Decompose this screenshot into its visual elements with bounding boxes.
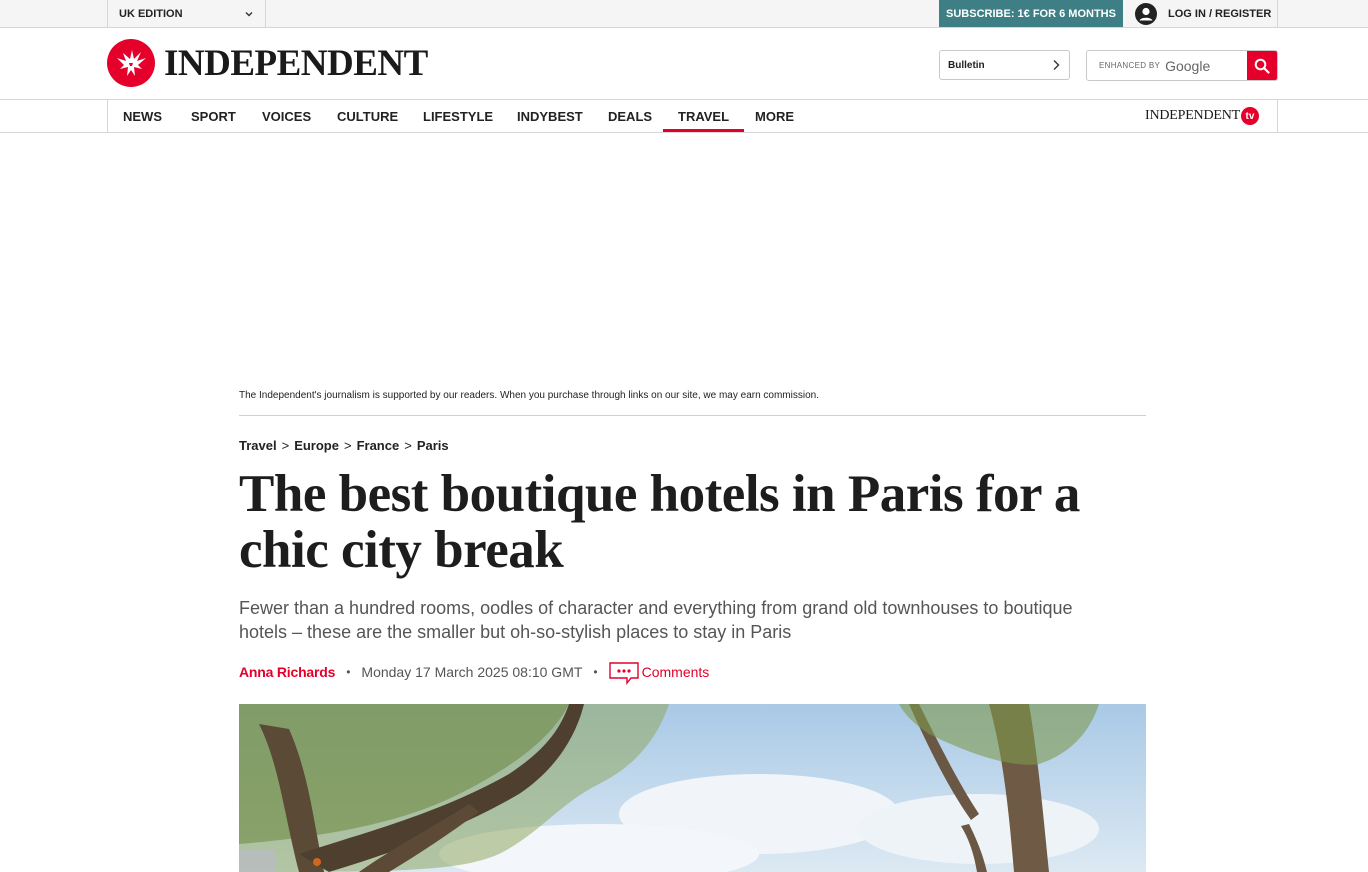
breadcrumb-separator: > [404, 438, 412, 453]
edition-selector[interactable]: UK EDITION [107, 0, 266, 27]
nav-item-culture[interactable]: CULTURE [337, 100, 398, 132]
masthead: INDEPENDENT Bulletin ENHANCED BY Google [0, 28, 1368, 100]
eagle-logo-icon [107, 39, 155, 87]
breadcrumb-travel[interactable]: Travel [239, 438, 277, 453]
nav-inner: NEWS SPORT VOICES CULTURE LIFESTYLE INDY… [107, 100, 1278, 132]
login-label: LOG IN / REGISTER [1168, 7, 1272, 20]
nav-item-deals[interactable]: DEALS [608, 100, 652, 132]
comments-label: Comments [641, 664, 710, 680]
byline-separator: • [346, 665, 351, 679]
article-headline: The best boutique hotels in Paris for a … [239, 465, 1080, 579]
search-box: ENHANCED BY Google [1086, 50, 1278, 81]
search-input[interactable]: ENHANCED BY Google [1087, 51, 1247, 80]
article-byline: Anna Richards • Monday 17 March 2025 08:… [239, 662, 709, 685]
breadcrumb-europe[interactable]: Europe [294, 438, 339, 453]
nav-item-travel[interactable]: TRAVEL [662, 100, 745, 132]
breadcrumb-france[interactable]: France [357, 438, 400, 453]
site-logo[interactable]: INDEPENDENT [106, 38, 428, 88]
search-enhanced-by: ENHANCED BY [1099, 61, 1161, 70]
search-provider: Google [1165, 57, 1211, 74]
nav-item-lifestyle[interactable]: LIFESTYLE [423, 100, 493, 132]
bulletin-label: Bulletin [948, 59, 985, 71]
independent-tv-link[interactable]: INDEPENDENT tv [1145, 107, 1259, 125]
bulletin-button[interactable]: Bulletin [939, 50, 1070, 80]
tv-badge: tv [1241, 107, 1259, 125]
byline-separator: • [593, 665, 598, 679]
nav-item-more[interactable]: MORE [755, 100, 794, 132]
chevron-right-icon [1053, 60, 1060, 70]
comments-link[interactable]: Comments [608, 658, 710, 686]
author-link[interactable]: Anna Richards [239, 664, 335, 680]
subscribe-label: SUBSCRIBE: 1€ FOR 6 MONTHS [946, 7, 1116, 20]
login-register-button[interactable]: LOG IN / REGISTER [1123, 0, 1278, 27]
top-utility-bar: UK EDITION SUBSCRIBE: 1€ FOR 6 MONTHS LO… [0, 0, 1368, 28]
main-navigation: NEWS SPORT VOICES CULTURE LIFESTYLE INDY… [0, 100, 1368, 133]
nav-item-news[interactable]: NEWS [123, 100, 162, 132]
comment-bubble-icon [608, 662, 639, 685]
search-button[interactable] [1247, 51, 1277, 80]
indytv-wordmark: INDEPENDENT [1144, 108, 1240, 123]
logo-wordmark: INDEPENDENT [164, 42, 428, 84]
article-standfirst: Fewer than a hundred rooms, oodles of ch… [239, 598, 1073, 642]
search-icon [1254, 58, 1270, 74]
hero-photo-trees-sky [239, 704, 1146, 872]
breadcrumb-separator: > [343, 438, 352, 453]
affiliate-disclaimer: The Independent's journalism is supporte… [239, 390, 1146, 416]
edition-label: UK EDITION [119, 7, 183, 20]
nav-item-sport[interactable]: SPORT [191, 100, 236, 132]
breadcrumb: Travel > Europe > France > Paris [239, 438, 449, 453]
breadcrumb-separator: > [281, 438, 290, 453]
subscribe-button[interactable]: SUBSCRIBE: 1€ FOR 6 MONTHS [939, 0, 1123, 27]
user-avatar-icon [1135, 2, 1157, 25]
nav-item-voices[interactable]: VOICES [262, 100, 311, 132]
publish-date: Monday 17 March 2025 08:10 GMT [361, 664, 583, 680]
nav-item-indybest[interactable]: INDYBEST [517, 100, 583, 132]
breadcrumb-paris[interactable]: Paris [417, 438, 449, 453]
chevron-down-icon [245, 11, 253, 16]
hero-image [239, 704, 1146, 872]
